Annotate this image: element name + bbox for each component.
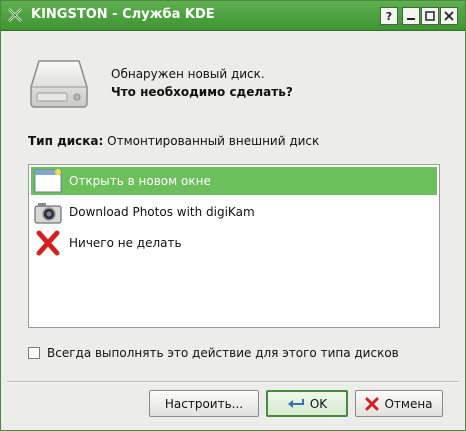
minimize-button[interactable] [402,7,420,25]
maximize-button[interactable] [421,7,439,25]
divider [7,381,459,383]
title-bar[interactable]: KINGSTON - Служба KDE ? [1,1,465,31]
action-list[interactable]: Открыть в новом окне Download Photos wit… [28,164,440,328]
ok-button[interactable]: OK [266,390,348,417]
kde-x-icon[interactable] [7,7,23,23]
cancel-button-label: Отмена [384,396,433,411]
disk-type-value: Отмонтированный внешний диск [107,134,320,148]
disk-type-label: Тип диска: [28,134,104,148]
close-icon [444,11,454,21]
always-checkbox-label[interactable]: Всегда выполнять это действие для этого … [47,346,399,360]
detected-message: Обнаружен новый диск. [111,67,265,81]
list-item-open-new-window[interactable]: Открыть в новом окне [31,167,437,195]
cancel-button[interactable]: Отмена [355,390,443,417]
cancel-x-icon [365,397,379,410]
list-item-label: Download Photos with digiKam [69,205,255,219]
removable-disk-icon [30,60,88,108]
configure-button[interactable]: Настроить... [149,390,259,417]
list-item-label: Открыть в новом окне [69,174,211,188]
list-item-digikam[interactable]: Download Photos with digiKam [31,198,437,226]
help-button[interactable]: ? [380,7,398,25]
disk-type: Тип диска: Отмонтированный внешний диск [28,134,319,148]
camera-icon [34,203,62,224]
configure-button-label: Настроить... [164,396,244,411]
list-item-label: Ничего не делать [69,236,182,250]
return-arrow-icon [287,398,304,408]
ok-button-label: OK [309,396,328,411]
always-checkbox[interactable] [28,347,40,359]
window-title: KINGSTON - Служба KDE [31,7,215,22]
window-icon [34,169,62,193]
red-x-icon [36,230,60,256]
close-button[interactable] [440,7,458,25]
question-message: Что необходимо сделать? [111,85,293,99]
list-item-do-nothing[interactable]: Ничего не делать [31,229,437,257]
minimize-icon [407,18,415,20]
dialog-window: KINGSTON - Служба KDE ? Обнаружен новый … [0,0,466,431]
maximize-icon [425,11,435,21]
